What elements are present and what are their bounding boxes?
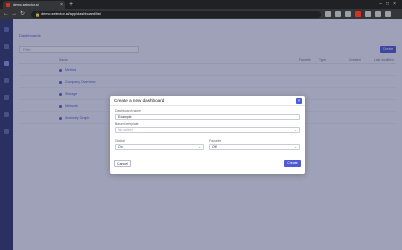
chevron-down-icon: ⌄: [294, 128, 297, 132]
based-template-label: Based template: [115, 122, 139, 126]
new-tab-button[interactable]: +: [69, 0, 73, 9]
extension-icon[interactable]: [345, 11, 351, 17]
global-label: Global: [115, 139, 125, 143]
close-icon[interactable]: ×: [296, 97, 302, 104]
dialog-header: Create a new dashboard ×: [110, 96, 305, 106]
dialog-title: Create a new dashboard: [114, 98, 165, 103]
based-template-value: No select: [118, 128, 133, 132]
browser-tab[interactable]: demo.selector.ai ×: [3, 1, 65, 9]
extension-icon[interactable]: [355, 11, 361, 17]
extension-icon[interactable]: [335, 11, 341, 17]
dashboard-name-label: Dashboard name: [115, 109, 142, 113]
based-template-select[interactable]: No select ⌄: [115, 127, 300, 133]
browser-toolbar: ← → ↻ 🔒 demo.selector.ai/app/dashboard/l…: [0, 9, 402, 19]
favorite-select[interactable]: Off ⌄: [209, 144, 300, 150]
tab-title: demo.selector.ai: [13, 3, 39, 7]
tab-close-icon[interactable]: ×: [60, 1, 63, 9]
extension-icon[interactable]: [365, 11, 371, 17]
dashboard-name-input[interactable]: Example: [115, 114, 300, 120]
forward-icon[interactable]: →: [11, 9, 17, 19]
chevron-down-icon: ⌄: [294, 145, 297, 149]
global-select[interactable]: On ⌄: [115, 144, 204, 150]
browser-tab-strip: demo.selector.ai × + –□×: [0, 0, 402, 9]
create-button[interactable]: Create: [284, 160, 301, 167]
url-text[interactable]: demo.selector.ai/app/dashboard/list: [41, 11, 101, 18]
favorite-label: Favorite: [209, 139, 222, 143]
chevron-down-icon: ⌄: [198, 145, 201, 149]
lock-icon: 🔒: [35, 11, 40, 17]
extension-icon[interactable]: [325, 11, 331, 17]
extension-icon[interactable]: [375, 11, 381, 17]
address-bar[interactable]: 🔒 demo.selector.ai/app/dashboard/list: [31, 10, 321, 18]
reload-icon[interactable]: ↻: [20, 9, 25, 19]
favicon-icon: [6, 3, 10, 7]
window-controls[interactable]: –□×: [379, 0, 400, 9]
create-dashboard-dialog: Create a new dashboard × Dashboard name …: [110, 96, 305, 174]
extension-icon[interactable]: [385, 11, 391, 17]
cancel-button[interactable]: Cancel: [114, 160, 131, 167]
favorite-value: Off: [212, 145, 217, 149]
back-icon[interactable]: ←: [3, 9, 9, 19]
global-value: On: [118, 145, 123, 149]
